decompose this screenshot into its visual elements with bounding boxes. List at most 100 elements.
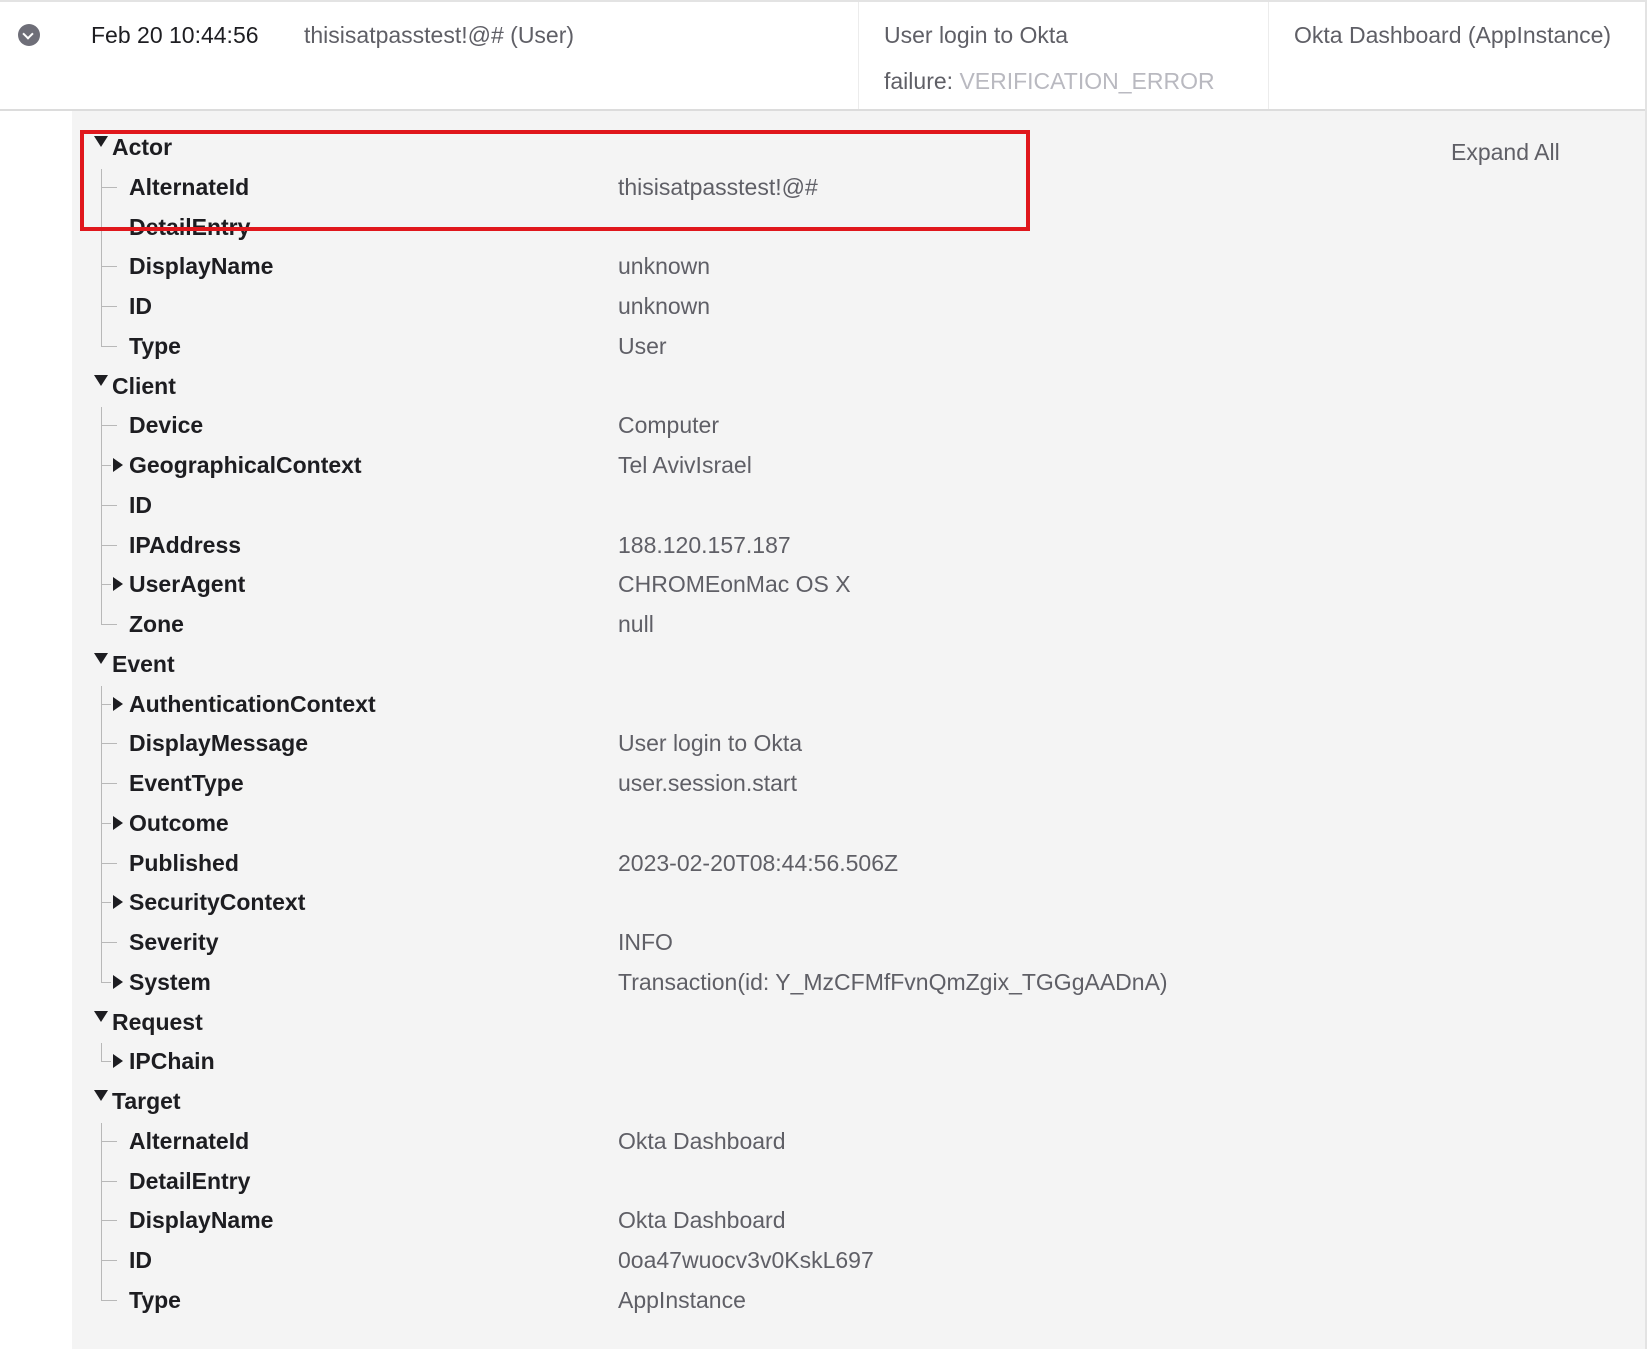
field-key: AlternateId — [129, 173, 250, 200]
field-key: Severity — [129, 929, 219, 955]
field-row[interactable]: Outcome — [0, 803, 1645, 843]
field-value: 0oa47wuocv3v0KskL697 — [618, 1247, 874, 1273]
caret-right-icon[interactable] — [113, 815, 123, 830]
event-target[interactable]: Okta Dashboard (AppInstance) — [1294, 22, 1611, 49]
field-key: Type — [129, 332, 181, 359]
field-key[interactable]: System — [129, 962, 211, 1002]
tree-connector — [101, 345, 117, 347]
field-key: DisplayName — [129, 1207, 274, 1234]
event-time: Feb 20 10:44:56 — [91, 22, 259, 48]
caret-right-icon[interactable] — [113, 974, 123, 989]
field-row: AlternateId thisisatpasstest!@# — [0, 167, 1645, 207]
field-key: AlternateId — [129, 1127, 250, 1154]
field-key: Device — [129, 412, 204, 439]
field-row: DetailEntry — [0, 1161, 1645, 1201]
section-label: Target — [112, 1088, 181, 1114]
field-key[interactable]: Outcome — [129, 803, 229, 843]
tree-connector — [101, 1180, 117, 1182]
field-key: ID — [129, 491, 152, 518]
caret-right-icon[interactable] — [113, 577, 123, 592]
field-key: Zone — [129, 611, 184, 637]
caret-down-icon[interactable] — [94, 136, 108, 147]
field-row: DisplayMessage User login to Okta — [0, 723, 1645, 763]
caret-right-icon[interactable] — [113, 1054, 123, 1069]
field-row: DisplayName Okta Dashboard — [0, 1200, 1645, 1240]
field-key: ID — [129, 1247, 152, 1273]
event-row[interactable]: Feb 20 10:44:56 thisisatpasstest!@# (Use… — [0, 2, 1645, 111]
field-row[interactable]: AuthenticationContext — [0, 684, 1645, 724]
tree-connector — [101, 407, 102, 624]
event-info: User login to Okta — [884, 22, 1069, 48]
event-details-panel: Expand All Actor AlternateId thisisatpasst… — [0, 111, 1645, 1349]
collapse-chevron-icon[interactable] — [18, 24, 40, 46]
field-row: DisplayName unknown — [0, 246, 1645, 286]
tree-connector — [101, 703, 111, 705]
field-row: ID unknown — [0, 286, 1645, 326]
tree-connector — [101, 862, 117, 864]
field-row: ID 0oa47wuocv3v0KskL697 — [0, 1240, 1645, 1280]
tree-connector — [101, 465, 111, 466]
tree-connector — [101, 168, 102, 346]
tree-connector — [101, 942, 117, 943]
field-value: User — [618, 332, 667, 359]
outcome-reason: VERIFICATION_ERROR — [959, 68, 1215, 94]
tree-connector — [101, 504, 117, 506]
caret-right-icon[interactable] — [113, 458, 123, 472]
tree-connector — [101, 1299, 117, 1301]
caret-down-icon[interactable] — [94, 1010, 108, 1022]
field-row: Type AppInstance — [0, 1280, 1645, 1320]
field-value: CHROMEonMac OS X — [618, 571, 851, 598]
section-label: Request — [112, 1008, 203, 1035]
caret-right-icon[interactable] — [113, 895, 123, 910]
field-value: user.session.start — [618, 770, 797, 796]
field-row[interactable]: SecurityContext — [0, 882, 1645, 922]
field-row: IPAddress 188.120.157.187 — [0, 525, 1645, 565]
field-value: AppInstance — [618, 1286, 746, 1313]
field-value: Transaction(id: Y_MzCFMfFvnQmZgix_TGGgAA… — [618, 968, 1168, 995]
tree-connector — [101, 685, 102, 982]
field-row[interactable]: System Transaction(id: Y_MzCFMfFvnQmZgix_… — [0, 962, 1645, 1002]
tree-connector — [101, 1220, 117, 1222]
section-label: Client — [112, 372, 176, 399]
field-key[interactable]: UserAgent — [129, 564, 245, 604]
event-actor[interactable]: thisisatpasstest!@# (User) — [304, 22, 574, 49]
event-outcome: failure: VERIFICATION_ERROR — [884, 68, 1215, 95]
tree-connector — [101, 624, 117, 625]
field-row[interactable]: IPChain — [0, 1041, 1645, 1081]
field-key: DetailEntry — [129, 1167, 251, 1194]
field-row: AlternateId Okta Dashboard — [0, 1121, 1645, 1161]
tree-connector — [101, 783, 117, 784]
column-divider — [858, 2, 859, 109]
field-value: Okta Dashboard — [618, 1127, 786, 1154]
expand-all-link[interactable]: Expand All — [1451, 139, 1560, 166]
field-key[interactable]: AuthenticationContext — [129, 684, 376, 724]
tree-connector — [101, 584, 111, 586]
tree-connector — [101, 902, 111, 904]
tree-connector — [101, 226, 117, 228]
field-key: DetailEntry — [129, 213, 251, 240]
tree-connector — [101, 743, 117, 745]
field-key[interactable]: GeographicalContext — [129, 445, 362, 485]
field-key: DisplayMessage — [129, 730, 308, 757]
tree-connector — [101, 306, 117, 307]
tree-connector — [101, 544, 117, 546]
tree-connector — [101, 1061, 111, 1063]
caret-right-icon[interactable] — [113, 696, 123, 711]
field-value: unknown — [618, 293, 711, 319]
outcome-label: failure: — [884, 68, 954, 94]
field-value: null — [618, 611, 654, 637]
field-key[interactable]: SecurityContext — [129, 882, 305, 922]
caret-down-icon[interactable] — [94, 374, 108, 386]
tree-connector — [101, 981, 111, 983]
field-row[interactable]: GeographicalContext Tel AvivIsrael — [0, 445, 1645, 485]
field-key[interactable]: IPChain — [129, 1041, 215, 1081]
tree-connector — [101, 266, 117, 268]
field-key: Type — [129, 1286, 181, 1313]
field-row[interactable]: UserAgent CHROMEonMac OS X — [0, 564, 1645, 604]
field-row: DetailEntry — [0, 207, 1645, 247]
tree-connector — [101, 1122, 102, 1300]
caret-down-icon[interactable] — [94, 652, 108, 664]
caret-down-icon[interactable] — [94, 1090, 108, 1101]
tree-connector — [101, 1043, 102, 1062]
field-value: 2023-02-20T08:44:56.506Z — [618, 849, 899, 876]
